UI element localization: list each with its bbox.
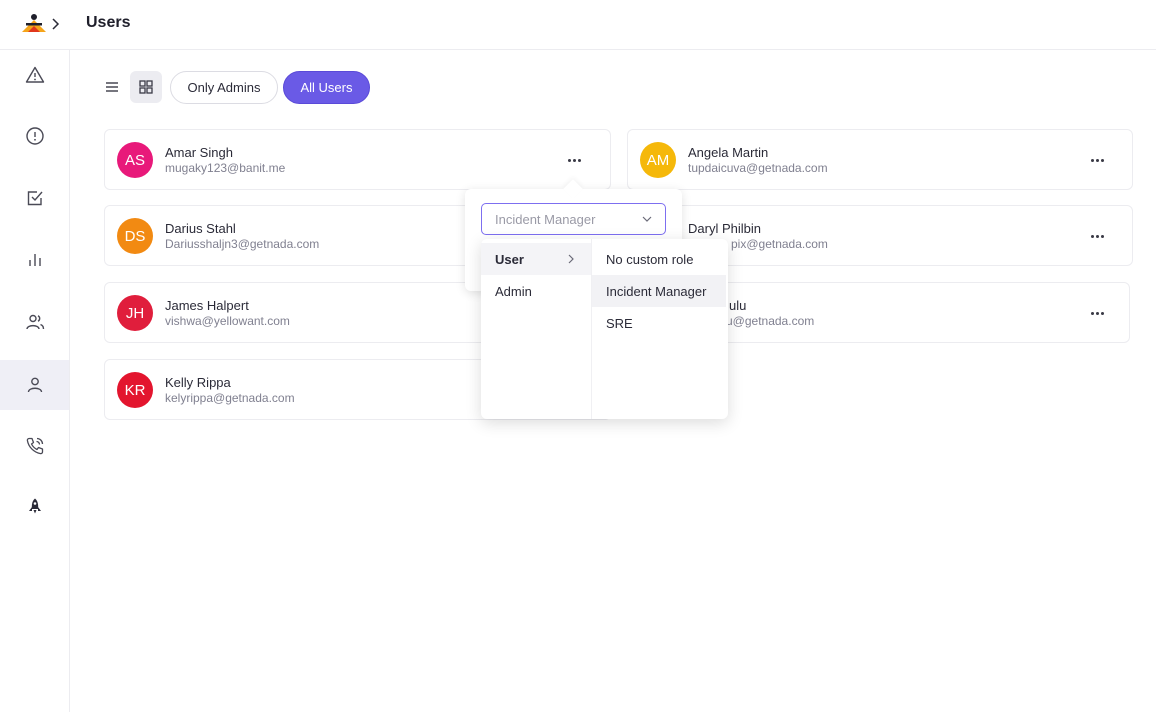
sidebar-item-teams[interactable] (0, 297, 69, 347)
user-name: Angela Martin (688, 145, 769, 160)
sidebar-nav (0, 50, 70, 712)
list-icon (106, 82, 118, 92)
role-option-admin[interactable]: Admin (481, 275, 591, 307)
sidebar-item-analytics[interactable] (0, 235, 69, 285)
user-icon (27, 377, 42, 393)
user-card[interactable]: AS Amar Singh mugaky123@banit.me (104, 129, 611, 190)
user-name: Amar Singh (165, 145, 233, 160)
user-email: Dariusshaljn3@getnada.com (165, 237, 320, 251)
role-option-incident-manager[interactable]: Incident Manager (592, 275, 726, 307)
user-email: tupdaicuva@getnada.com (688, 161, 828, 175)
alert-circle-icon (25, 127, 44, 145)
chevron-down-icon (642, 216, 652, 222)
user-email: kelyrippa@getnada.com (165, 391, 295, 405)
sidebar-item-getting-started[interactable] (0, 482, 69, 532)
avatar: KR (117, 372, 153, 408)
users-icon (25, 314, 44, 330)
role-select-value: Incident Manager (495, 212, 596, 227)
more-options-button[interactable] (1085, 226, 1109, 246)
role-level1-column: User Admin (481, 239, 592, 419)
page-title: Users (86, 14, 131, 31)
role-option-sre[interactable]: SRE (592, 307, 726, 339)
user-email: u@getnada.com (726, 314, 815, 328)
role-cascader-menu: User Admin No custom role Incident Manag… (481, 239, 728, 419)
top-header: Users (0, 0, 1156, 50)
user-name: Daryl Philbin (688, 221, 761, 236)
role-option-label: Incident Manager (606, 283, 707, 299)
role-option-no-custom-role[interactable]: No custom role (592, 243, 726, 275)
more-options-button[interactable] (562, 150, 586, 170)
avatar: AS (117, 142, 153, 178)
role-select[interactable]: Incident Manager (481, 203, 666, 235)
more-options-button[interactable] (1085, 150, 1109, 170)
chevron-right-icon (568, 254, 574, 264)
role-option-user[interactable]: User (481, 243, 591, 275)
sidebar-item-alerts[interactable] (0, 50, 69, 100)
sidebar-item-oncall[interactable] (0, 421, 69, 471)
rocket-icon (28, 498, 41, 514)
role-option-label: SRE (606, 315, 633, 331)
phone-icon (26, 437, 43, 455)
bar-chart-icon (28, 254, 41, 266)
user-email: mugaky123@banit.me (165, 161, 286, 175)
list-view-button[interactable] (96, 71, 128, 103)
role-option-label: User (495, 251, 524, 267)
user-name: Darius Stahl (165, 221, 236, 236)
user-email: vishwa@yellowant.com (165, 314, 290, 328)
filter-only-admins-button[interactable]: Only Admins (170, 71, 278, 104)
avatar: DS (117, 218, 153, 254)
user-name: ulu (729, 298, 747, 313)
grid-icon (139, 80, 153, 94)
user-email: pix@getnada.com (731, 237, 828, 251)
user-card[interactable]: AM Angela Martin tupdaicuva@getnada.com (627, 129, 1133, 190)
user-name: Kelly Rippa (165, 375, 231, 390)
more-options-button[interactable] (1085, 303, 1109, 323)
sidebar-item-users[interactable] (0, 360, 69, 410)
role-option-label: Admin (495, 283, 532, 299)
grid-view-button[interactable] (130, 71, 162, 103)
chevron-right-icon[interactable] (50, 16, 62, 32)
sidebar-item-incidents[interactable] (0, 111, 69, 161)
alert-triangle-icon (25, 66, 44, 83)
app-logo-icon[interactable] (20, 12, 48, 34)
sidebar-item-tasks[interactable] (0, 173, 69, 223)
avatar: JH (117, 295, 153, 331)
filter-all-users-button[interactable]: All Users (283, 71, 370, 104)
role-option-label: No custom role (606, 251, 694, 267)
checkbox-icon (27, 191, 43, 206)
avatar: AM (640, 142, 676, 178)
user-name: James Halpert (165, 298, 249, 313)
